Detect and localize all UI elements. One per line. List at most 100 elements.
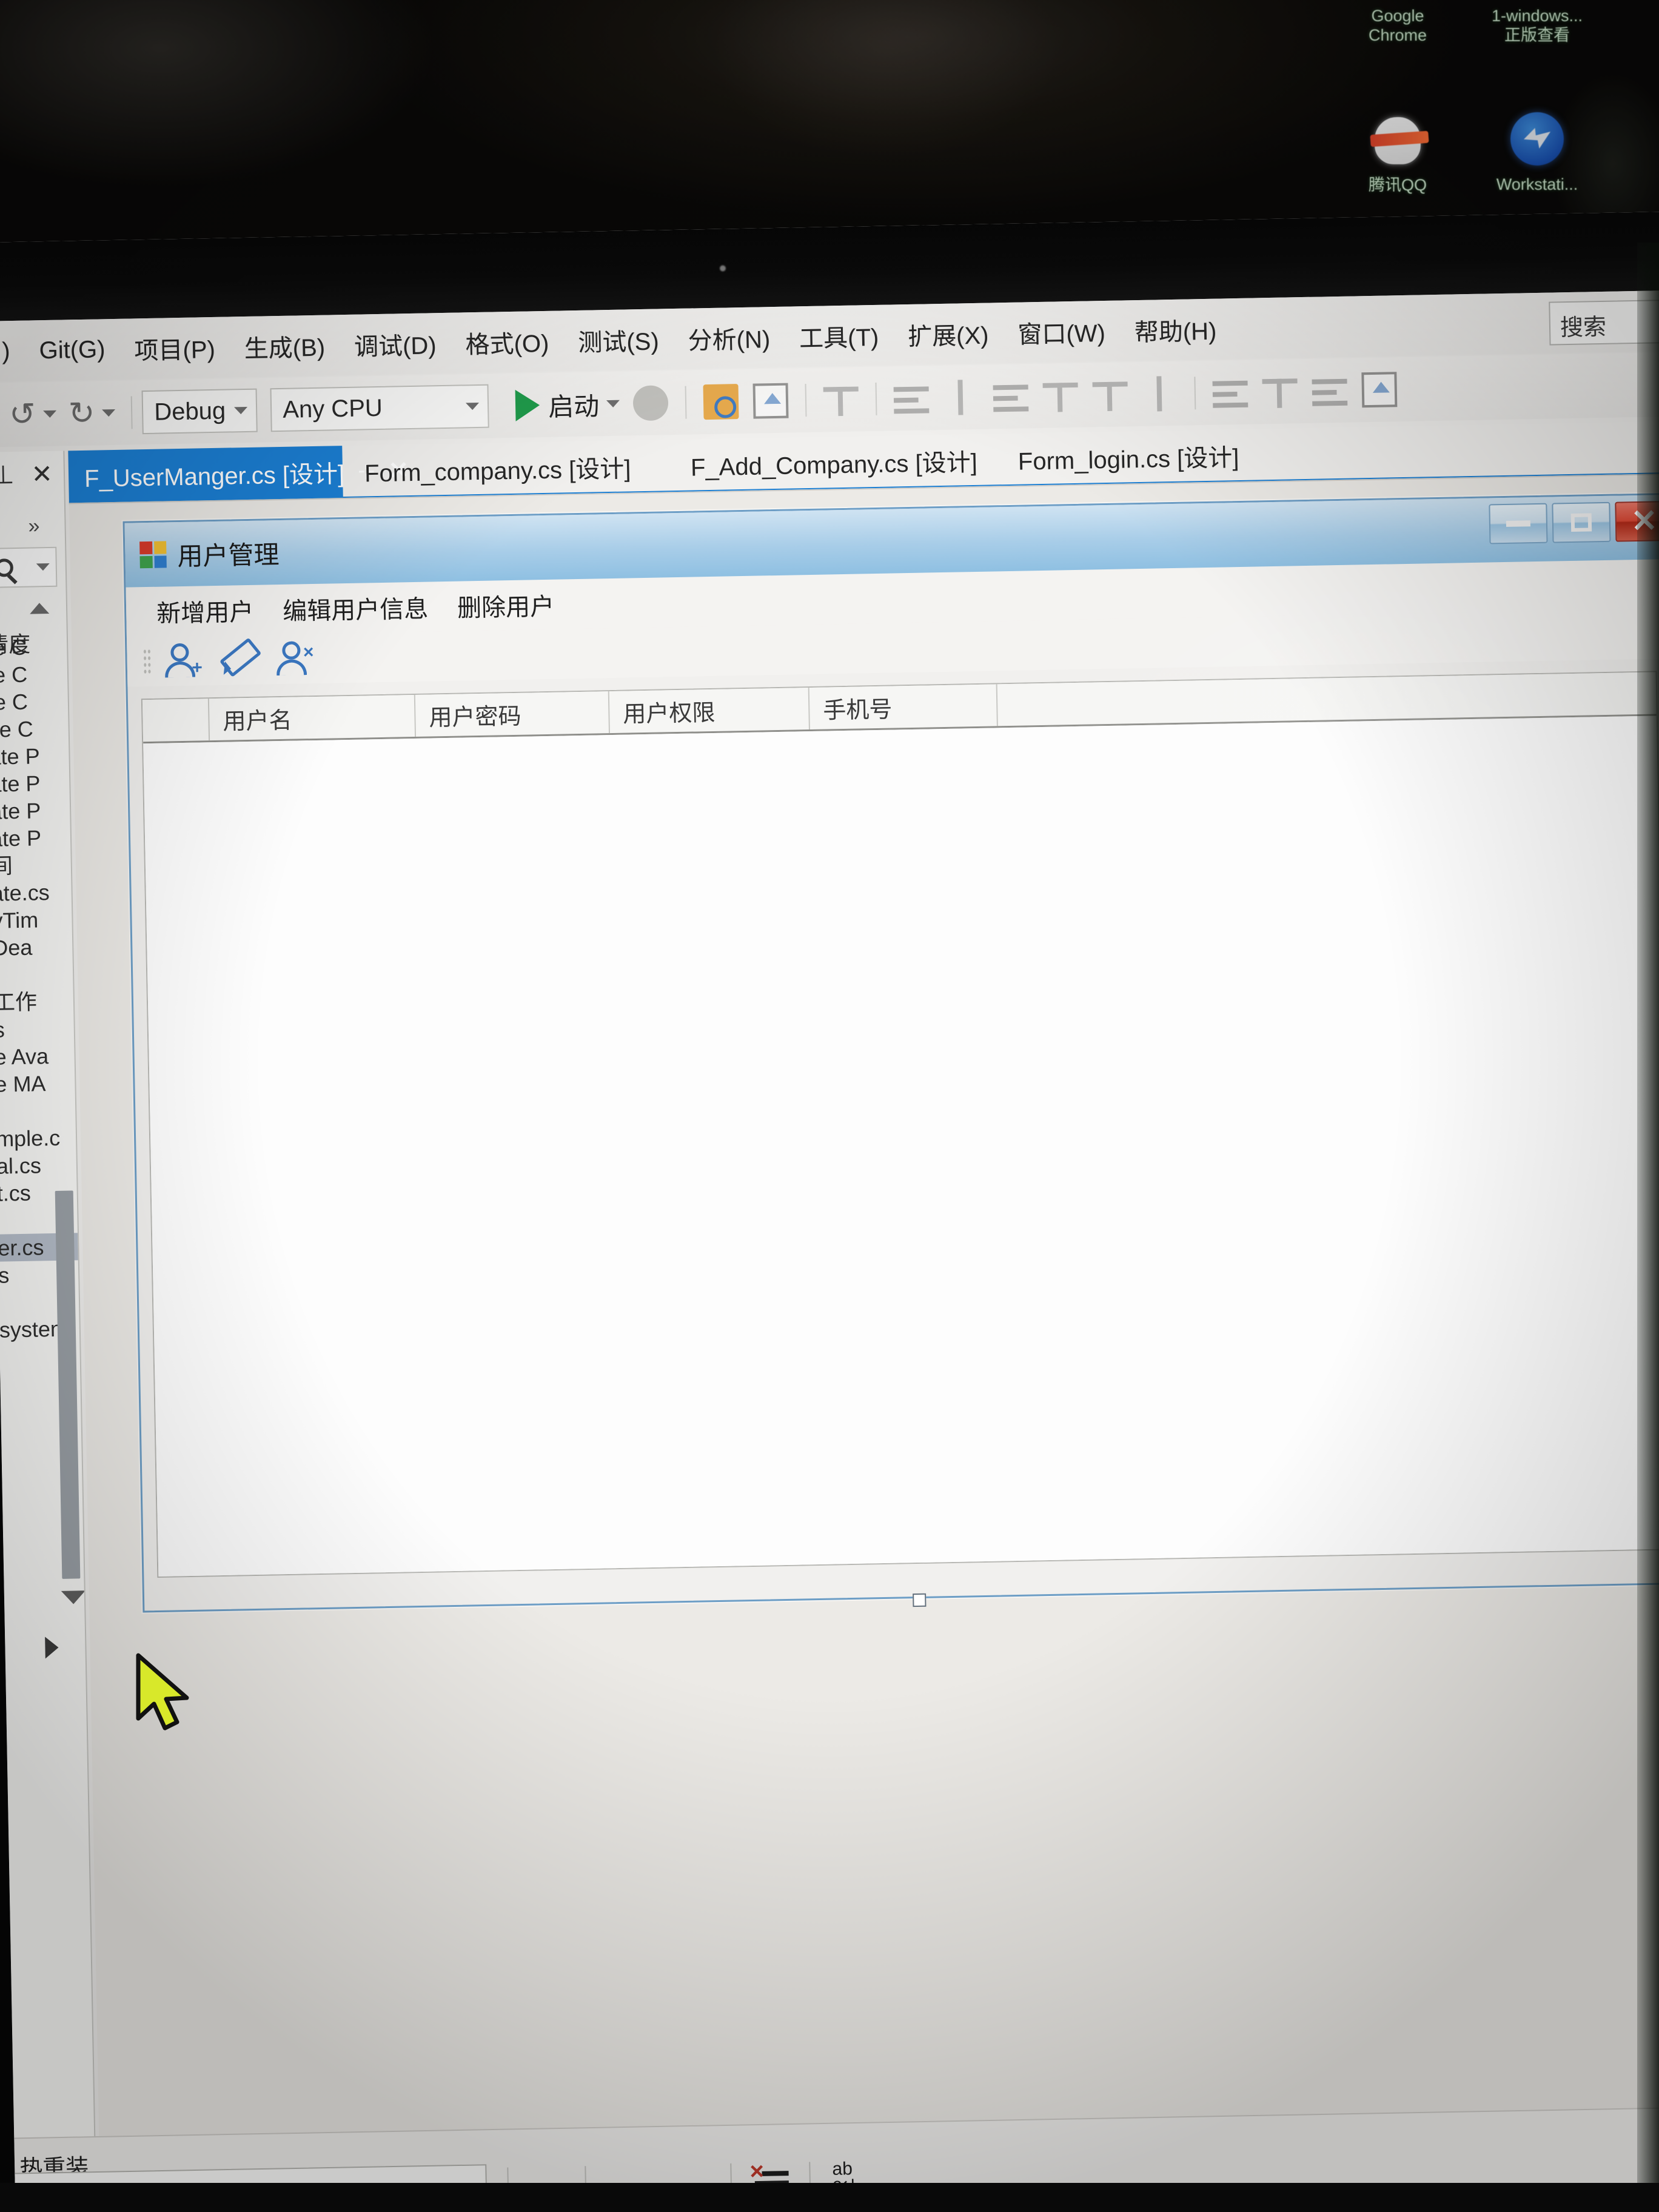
desktop-icon-google-chrome[interactable]: Google Chrome [1334, 6, 1461, 45]
solution-explorer-item[interactable]: te C [0, 632, 69, 661]
solution-explorer-item[interactable]: ate P [0, 769, 71, 797]
close-button[interactable]: ✕ [1615, 500, 1659, 542]
desktop-icon-label: 腾讯QQ [1368, 176, 1427, 194]
menu-item-build[interactable]: 生成(B) [229, 327, 340, 364]
menu-item-tools[interactable]: 工具(T) [785, 317, 894, 354]
make-same-size-icon[interactable] [1142, 375, 1178, 412]
solution-explorer-item[interactable]: s [0, 1014, 75, 1043]
chevron-down-icon[interactable] [36, 563, 50, 571]
solution-explorer-item[interactable] [0, 960, 75, 988]
solution-explorer-item[interactable]: 工作 [0, 987, 75, 1016]
menu-item-git[interactable]: Git(G) [24, 335, 120, 364]
grid-body-empty[interactable] [143, 716, 1659, 1577]
chevron-down-icon[interactable] [102, 409, 116, 417]
vertical-spacing-icon[interactable] [1262, 374, 1298, 410]
solution-explorer-search[interactable] [0, 546, 58, 588]
scroll-right-arrow-icon[interactable] [45, 1637, 59, 1659]
grid-column-password[interactable]: 用户密码 [415, 691, 611, 737]
solution-explorer-item[interactable]: e Ava [0, 1042, 76, 1070]
menu-item-window[interactable]: 窗口(W) [1003, 313, 1120, 351]
align-bottoms-icon[interactable] [1092, 377, 1128, 413]
grid-column-permission[interactable]: 用户权限 [609, 688, 810, 734]
desktop-icon-tencent-qq[interactable]: 腾讯QQ [1334, 115, 1461, 195]
solution-explorer-item[interactable]: ate P [0, 823, 72, 852]
menu-item-project[interactable]: 项目(P) [119, 329, 230, 366]
chevron-double-right-icon[interactable]: » [28, 514, 38, 538]
publish-icon[interactable] [609, 2165, 646, 2203]
horizontal-spacing-icon[interactable] [1212, 374, 1248, 411]
person-status-icon[interactable] [530, 2167, 567, 2205]
align-tops-icon[interactable] [1042, 377, 1079, 414]
minimize-button[interactable] [1489, 503, 1548, 545]
desktop-icon-windows-activation[interactable]: 1-windows... 正版查看 [1473, 6, 1601, 45]
undo-button[interactable]: ↺ [3, 390, 63, 439]
solution-explorer-item[interactable]: ate P [0, 796, 72, 825]
hot-reload-icon[interactable] [632, 385, 669, 421]
close-icon[interactable]: ✕ [31, 458, 53, 489]
solution-platform-combo[interactable]: Any CPU [270, 384, 489, 432]
solution-explorer-item[interactable]: ite C [0, 714, 70, 743]
find-in-files-icon[interactable] [703, 384, 739, 420]
tab-f-usermanger-designer[interactable]: F_UserManger.cs [设计] ⊹ ✕ [68, 446, 409, 503]
align-rights-icon[interactable] [993, 378, 1029, 415]
tab-f-add-company-designer[interactable]: F_Add_Company.cs [设计] [674, 434, 993, 492]
menu-item-extensions[interactable]: 扩展(X) [893, 315, 1004, 352]
resize-handle-bottom-center[interactable] [913, 1593, 927, 1607]
edit-user-icon[interactable] [218, 641, 256, 679]
form-menu-delete-user[interactable]: 删除用户 [443, 586, 569, 624]
solution-explorer-item[interactable]: al.cs [0, 1151, 78, 1179]
error-list-icon[interactable] [752, 2162, 789, 2201]
solution-explorer-item[interactable]: yTim [0, 905, 73, 934]
toolstrip-grip-handle[interactable] [142, 648, 152, 675]
tab-form-company-designer[interactable]: Form_company.cs [设计] [348, 440, 647, 498]
mouse-cursor [136, 1653, 189, 1731]
grid-column-phone[interactable]: 手机号 [809, 684, 998, 730]
start-debug-button[interactable]: 启动 [509, 380, 626, 430]
source-control-icon[interactable] [669, 2164, 706, 2202]
chevron-down-icon [234, 406, 248, 415]
grid-row-selector-header[interactable] [142, 699, 210, 742]
chevron-down-icon[interactable] [42, 410, 56, 418]
align-lefts-icon[interactable] [823, 381, 859, 418]
winforms-designer-surface[interactable]: 用户管理 ✕ 新增用户 编辑用户信息 删除用户 + × 用户名 用户密码 用户权… [69, 473, 1659, 2140]
maximize-button[interactable] [1552, 501, 1611, 543]
grid-column-username[interactable]: 用户名 [209, 694, 417, 741]
menu-item-format[interactable]: 格式(O) [451, 323, 564, 360]
design-form-user-management[interactable]: 用户管理 ✕ 新增用户 编辑用户信息 删除用户 + × 用户名 用户密码 用户权… [122, 492, 1659, 1613]
solution-explorer-item[interactable]: te C [0, 660, 69, 688]
menu-item-help[interactable]: 帮助(H) [1119, 311, 1232, 348]
desktop-icon-label-2: 正版查看 [1504, 26, 1570, 44]
menu-item-debug[interactable]: 调试(D) [340, 326, 452, 363]
scroll-down-arrow-icon[interactable] [61, 1590, 86, 1604]
solution-explorer-item[interactable]: 间 [0, 851, 72, 879]
menu-item-truncated[interactable]: ) [0, 337, 25, 365]
tab-form-login-designer[interactable]: Form_login.cs [设计] [1002, 429, 1255, 486]
solution-explorer-item[interactable]: mple.c [0, 1124, 77, 1152]
redo-button[interactable]: ↻ [62, 389, 122, 438]
vs-search-box[interactable]: 搜索 [1549, 298, 1659, 346]
solution-explorer-item[interactable]: te C [0, 687, 69, 716]
form-menu-add-user[interactable]: 新增用户 [142, 592, 269, 629]
pin-icon[interactable]: ⊥ [0, 460, 15, 490]
form-menu-edit-user[interactable]: 编辑用户信息 [268, 589, 443, 627]
spell-check-icon[interactable]: ab c↵ [832, 2159, 869, 2199]
delete-user-icon[interactable]: × [273, 640, 314, 678]
collapse-triangle-icon[interactable] [29, 602, 50, 614]
align-middles-icon[interactable] [943, 379, 979, 415]
desktop-icon-vmware-workstation[interactable]: Workstati... [1473, 112, 1601, 194]
center-horizontally-icon[interactable] [1312, 372, 1348, 409]
solution-explorer-item[interactable]: Dea [0, 933, 74, 961]
start-window-icon[interactable] [752, 383, 789, 419]
add-user-icon[interactable]: + [162, 642, 203, 680]
solution-explorer-item[interactable]: e MA [0, 1069, 76, 1098]
align-centers-icon[interactable] [893, 380, 930, 417]
solution-explorer-item[interactable] [0, 1096, 77, 1125]
chevron-down-icon[interactable] [606, 400, 620, 408]
menu-item-analyze[interactable]: 分析(N) [673, 320, 785, 357]
solution-explorer-item[interactable]: ate P [0, 742, 70, 770]
solution-configuration-combo[interactable]: Debug [141, 388, 258, 435]
tab-order-icon[interactable] [1361, 372, 1398, 408]
solution-explorer-item[interactable]: ate.cs [0, 878, 73, 907]
user-data-grid[interactable]: 用户名 用户密码 用户权限 手机号 [141, 671, 1659, 1578]
menu-item-test[interactable]: 测试(S) [563, 321, 674, 358]
